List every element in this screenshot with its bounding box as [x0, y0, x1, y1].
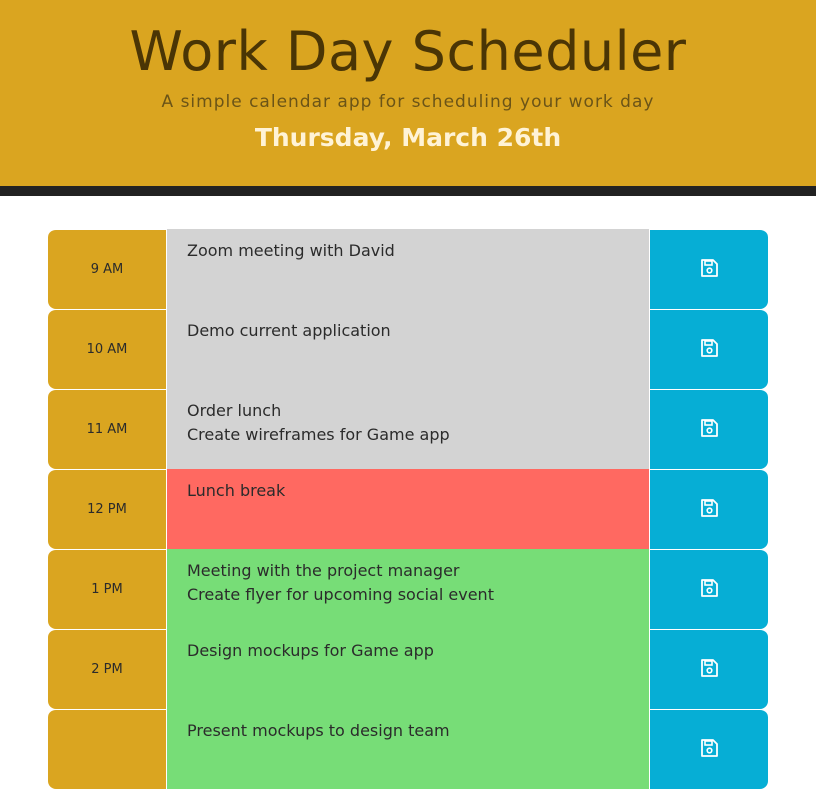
current-day: Thursday, March 26th: [254, 123, 562, 152]
time-block: 12 PM: [48, 469, 768, 549]
event-description[interactable]: [167, 389, 649, 469]
save-icon: [699, 338, 719, 362]
save-button[interactable]: [649, 309, 768, 389]
save-icon: [699, 418, 719, 442]
time-block: 2 PM: [48, 629, 768, 709]
save-icon: [699, 498, 719, 522]
event-description[interactable]: [167, 229, 649, 309]
event-description[interactable]: [167, 629, 649, 709]
save-button[interactable]: [649, 629, 768, 709]
hour-label: 2 PM: [48, 629, 167, 709]
event-description[interactable]: [167, 549, 649, 629]
hour-label: 11 AM: [48, 389, 167, 469]
save-button[interactable]: [649, 469, 768, 549]
event-description[interactable]: [167, 709, 649, 789]
save-button[interactable]: [649, 549, 768, 629]
save-icon: [699, 738, 719, 762]
event-description[interactable]: [167, 309, 649, 389]
hour-label: 9 AM: [48, 229, 167, 309]
time-block: 9 AM: [48, 229, 768, 309]
save-button[interactable]: [649, 229, 768, 309]
save-icon: [699, 258, 719, 282]
hour-label: [48, 709, 167, 789]
time-block: [48, 709, 768, 789]
header-border: [0, 186, 816, 196]
page-title: Work Day Scheduler: [129, 20, 687, 83]
time-block: 1 PM: [48, 549, 768, 629]
save-icon: [699, 658, 719, 682]
save-button[interactable]: [649, 709, 768, 789]
header: Work Day Scheduler A simple calendar app…: [0, 0, 816, 186]
hour-label: 12 PM: [48, 469, 167, 549]
save-icon: [699, 578, 719, 602]
time-block: 10 AM: [48, 309, 768, 389]
time-block-list: 9 AM 10 AM 11 AM 12 PM 1 PM 2 PM: [48, 229, 768, 789]
event-description[interactable]: [167, 469, 649, 549]
page-subtitle: A simple calendar app for scheduling you…: [161, 92, 655, 112]
time-block: 11 AM: [48, 389, 768, 469]
save-button[interactable]: [649, 389, 768, 469]
hour-label: 1 PM: [48, 549, 167, 629]
hour-label: 10 AM: [48, 309, 167, 389]
